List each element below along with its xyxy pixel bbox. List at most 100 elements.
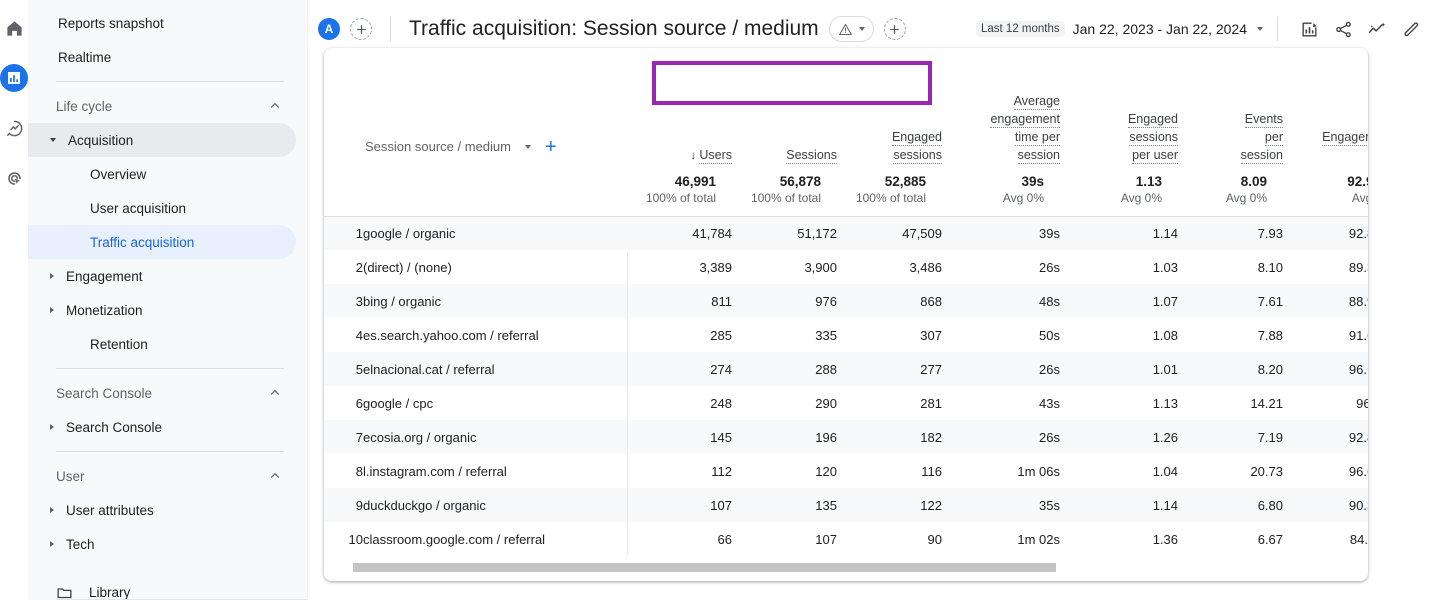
home-icon[interactable]: [0, 14, 28, 42]
row-avg-engagement-time: 26s: [1039, 259, 1060, 275]
row-engaged-sessions: 116: [921, 463, 942, 479]
header-sessions[interactable]: Sessions: [732, 48, 837, 164]
row-dimension[interactable]: ecosia.org / organic: [363, 420, 627, 454]
row-dimension[interactable]: bing / organic: [363, 284, 627, 318]
row-events-per-session: 14.21: [1250, 395, 1283, 411]
reports-icon[interactable]: [0, 64, 28, 92]
table-row[interactable]: 5 elnacional.cat / referral 274 288 277 …: [324, 352, 1368, 386]
header-users[interactable]: ↓ Users: [627, 48, 732, 164]
row-events-per-session: 7.93: [1178, 216, 1283, 250]
horizontal-scrollbar[interactable]: [353, 563, 1056, 572]
row-engagement-rate: 92.84%: [1283, 216, 1368, 250]
totals-engaged-sessions-cell: 52,885 100% of total: [837, 164, 942, 217]
header-average-engagement-time-per-session[interactable]: Average engagement time per session: [942, 48, 1060, 164]
sidebar-section-label: User: [56, 468, 85, 484]
sidebar-item-tech[interactable]: Tech: [28, 527, 296, 561]
row-dimension[interactable]: l.instagram.com / referral: [363, 454, 627, 488]
row-engaged-sessions: 90: [927, 531, 942, 547]
header-engaged-sessions-per-user[interactable]: Engaged sessions per user: [1060, 48, 1178, 164]
topbar-actions-separator: [1277, 17, 1278, 41]
add-comparison-button[interactable]: [350, 18, 372, 40]
row-users: 112: [711, 463, 732, 479]
header-rank: [324, 48, 363, 164]
add-dimension-icon[interactable]: +: [545, 137, 557, 157]
totals-subtext: Avg 0%: [1225, 191, 1267, 206]
header-label: time per: [1014, 130, 1060, 146]
row-dimension[interactable]: classroom.google.com / referral: [363, 522, 627, 556]
sidebar-item-overview[interactable]: Overview: [28, 157, 296, 191]
sidebar-section-life-cycle[interactable]: Life cycle: [28, 89, 296, 123]
avatar[interactable]: A: [318, 18, 340, 40]
row-sessions: 107: [815, 531, 837, 547]
table-row[interactable]: 1 google / organic 41,784 51,172 47,509 …: [324, 216, 1368, 250]
row-engagement-rate: 88.93%: [1283, 284, 1368, 318]
row-engaged-sessions-per-user: 1.14: [1060, 216, 1178, 250]
chevron-down-icon[interactable]: [524, 145, 531, 149]
share-icon[interactable]: [1326, 12, 1360, 46]
table-row[interactable]: 7 ecosia.org / organic 145 196 182 26s 1…: [324, 420, 1368, 454]
sidebar-item-traffic-acquisition[interactable]: Traffic acquisition: [28, 225, 296, 259]
dimension-selector-label: Session source / medium: [365, 139, 511, 154]
dimension-column-divider: [627, 252, 628, 581]
sidebar-item-retention[interactable]: Retention: [28, 327, 296, 361]
chevron-down-icon: [858, 27, 865, 31]
table-row[interactable]: 6 google / cpc 248 290 281 43s 1.13 14.2…: [324, 386, 1368, 420]
sidebar-divider-2: [56, 368, 284, 369]
row-dimension[interactable]: elnacional.cat / referral: [363, 352, 627, 386]
chevron-down-icon[interactable]: [1257, 27, 1263, 31]
table-row[interactable]: 10 classroom.google.com / referral 66 10…: [324, 522, 1368, 556]
sidebar-item-library[interactable]: Library: [28, 575, 308, 600]
row-events-per-session: 7.88: [1257, 327, 1283, 343]
sidebar-item-label: User acquisition: [90, 200, 187, 216]
row-sessions: 288: [732, 352, 837, 386]
table-row[interactable]: 9 duckduckgo / organic 107 135 122 35s 1…: [324, 488, 1368, 522]
explore-icon[interactable]: [0, 114, 28, 142]
table-body: 46,991 100% of total 56,878 100% of tota…: [324, 164, 1368, 556]
sidebar-item-monetization[interactable]: Monetization: [28, 293, 296, 327]
table-row[interactable]: 2 (direct) / (none) 3,389 3,900 3,486 26…: [324, 250, 1368, 284]
header-engaged-sessions[interactable]: Engaged sessions: [837, 48, 942, 164]
row-dimension[interactable]: google / organic: [363, 216, 627, 250]
row-dimension[interactable]: duckduckgo / organic: [363, 488, 627, 522]
header-engagement-rate[interactable]: Engagement rate: [1283, 48, 1368, 164]
sidebar-item-engagement[interactable]: Engagement: [28, 259, 296, 293]
row-dimension[interactable]: es.search.yahoo.com / referral: [363, 318, 627, 352]
row-avg-engagement-time: 26s: [942, 420, 1060, 454]
table-row[interactable]: 3 bing / organic 811 976 868 48s 1.07 7.…: [324, 284, 1368, 318]
advertising-icon[interactable]: [0, 164, 28, 192]
table-row[interactable]: 8 l.instagram.com / referral 112 120 116…: [324, 454, 1368, 488]
date-range-text[interactable]: Jan 22, 2023 - Jan 22, 2024: [1073, 21, 1247, 37]
row-engagement-rate: 91.64%: [1348, 327, 1368, 343]
row-sessions: 3,900: [804, 259, 837, 275]
row-rank: 9: [324, 488, 363, 522]
row-engaged-sessions-per-user: 1.36: [1152, 531, 1178, 547]
totals-rank-cell: [324, 164, 363, 217]
row-dimension[interactable]: (direct) / (none): [363, 250, 627, 284]
row-users: 66: [717, 531, 732, 547]
edit-pencil-icon[interactable]: [1394, 12, 1428, 46]
header-events-per-session[interactable]: Events per session: [1178, 48, 1283, 164]
insights-icon[interactable]: [1360, 12, 1394, 46]
sidebar-section-search-console[interactable]: Search Console: [28, 376, 296, 410]
compare-report-icon[interactable]: [1292, 12, 1326, 46]
table-row[interactable]: 4 es.search.yahoo.com / referral 285 335…: [324, 318, 1368, 352]
sidebar-item-reports-snapshot[interactable]: Reports snapshot: [28, 6, 296, 40]
dimension-selector[interactable]: Session source / medium +: [363, 130, 563, 164]
sidebar-item-user-acquisition[interactable]: User acquisition: [28, 191, 296, 225]
sidebar-item-search-console[interactable]: Search Console: [28, 410, 296, 444]
row-avg-engagement-time: 1m 06s: [1017, 463, 1060, 479]
data-warning-chip[interactable]: [828, 16, 874, 42]
row-dimension[interactable]: google / cpc: [363, 386, 627, 420]
row-avg-engagement-time: 1m 02s: [1017, 531, 1060, 547]
add-segment-button[interactable]: [883, 18, 906, 40]
sidebar-section-user[interactable]: User: [28, 459, 296, 493]
sidebar-item-realtime[interactable]: Realtime: [28, 40, 296, 74]
sidebar-item-user-attributes[interactable]: User attributes: [28, 493, 296, 527]
topbar-right-controls: Last 12 months Jan 22, 2023 - Jan 22, 20…: [976, 12, 1428, 46]
row-sessions: 196: [732, 420, 837, 454]
header-label: Users: [699, 148, 732, 164]
page-title: Traffic acquisition: Session source / me…: [409, 17, 819, 40]
header-label: session: [1017, 148, 1060, 164]
totals-value: 8.09: [1240, 174, 1267, 190]
sidebar-item-acquisition[interactable]: Acquisition: [28, 123, 296, 157]
